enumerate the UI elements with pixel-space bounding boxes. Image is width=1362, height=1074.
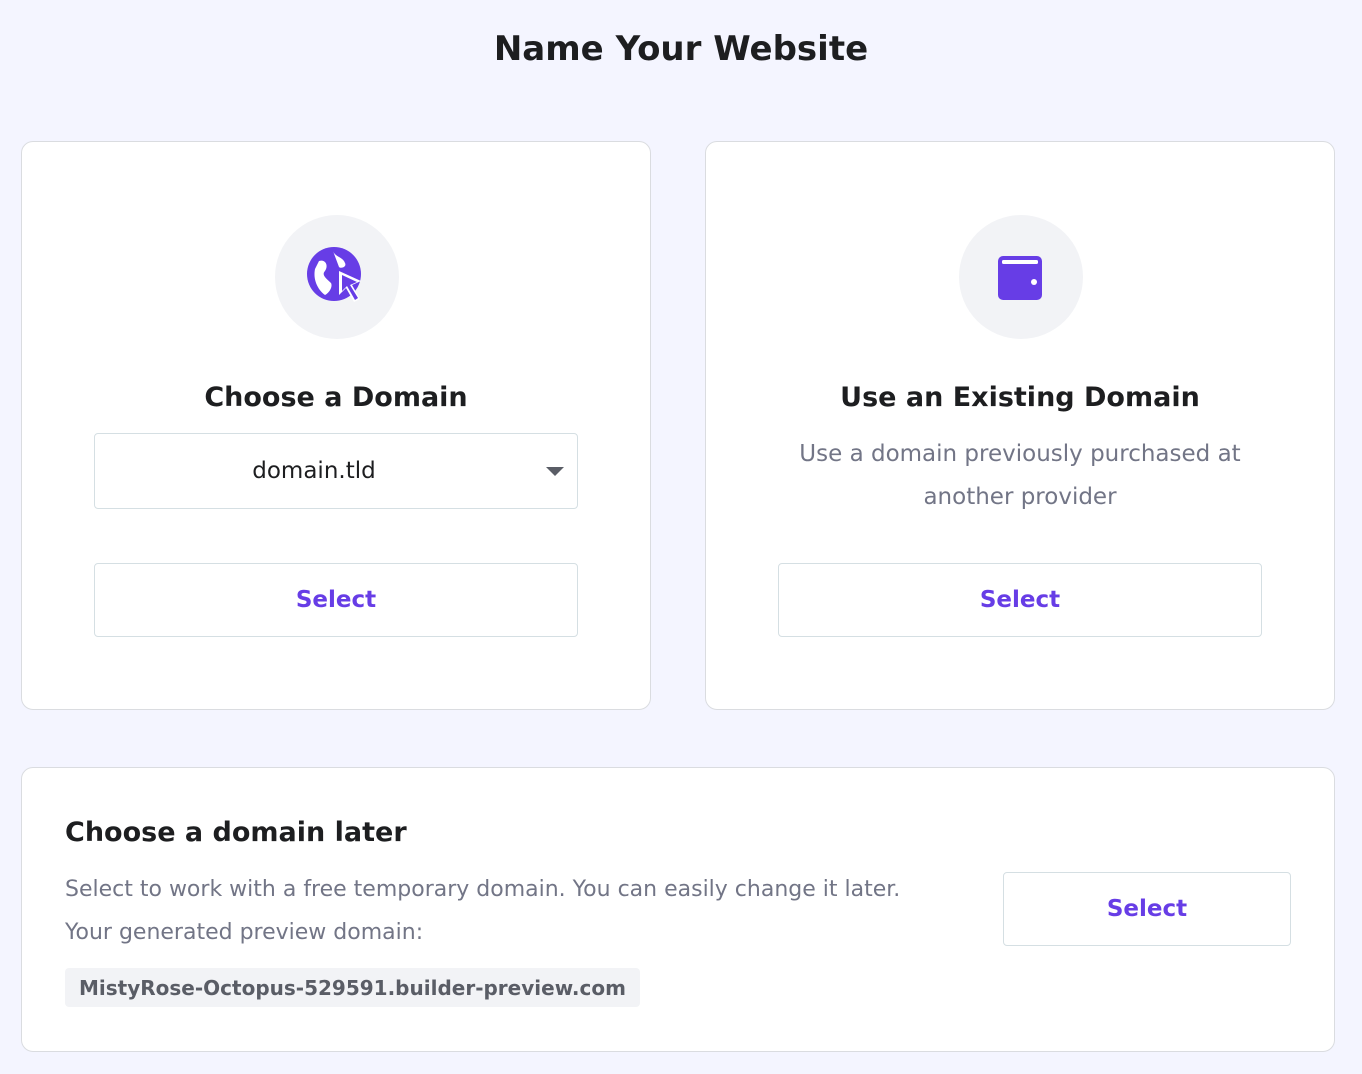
choose-domain-title: Choose a Domain xyxy=(204,382,468,413)
chevron-down-icon xyxy=(546,467,564,476)
existing-domain-description-line2: another provider xyxy=(923,484,1117,510)
domain-dropdown[interactable]: domain.tld xyxy=(94,433,578,509)
domain-dropdown-value: domain.tld xyxy=(252,458,376,484)
domain-later-select-button[interactable]: Select xyxy=(1003,872,1291,946)
page-title: Name Your Website xyxy=(493,29,869,69)
existing-domain-card: Use an Existing Domain Use a domain prev… xyxy=(705,141,1335,710)
existing-domain-title: Use an Existing Domain xyxy=(840,382,1200,413)
icon-circle xyxy=(959,215,1083,339)
wallet-icon xyxy=(998,256,1042,300)
choose-domain-card: Choose a Domain domain.tld Select xyxy=(21,141,651,710)
domain-later-card: Choose a domain later Select to work wit… xyxy=(21,767,1335,1052)
existing-domain-description-line1: Use a domain previously purchased at xyxy=(799,441,1241,467)
domain-later-description-line2: Your generated preview domain: xyxy=(65,920,424,945)
existing-domain-select-button[interactable]: Select xyxy=(778,563,1262,637)
preview-domain-badge: MistyRose-Octopus-529591.builder-preview… xyxy=(65,968,640,1007)
domain-later-title: Choose a domain later xyxy=(65,817,407,848)
choose-domain-select-button[interactable]: Select xyxy=(94,563,578,637)
existing-domain-description: Use a domain previously purchased at ano… xyxy=(766,433,1274,519)
domain-later-description-line1: Select to work with a free temporary dom… xyxy=(65,877,901,902)
globe-cursor-icon xyxy=(307,247,361,302)
icon-circle xyxy=(275,215,399,339)
domain-later-description: Select to work with a free temporary dom… xyxy=(65,868,965,954)
